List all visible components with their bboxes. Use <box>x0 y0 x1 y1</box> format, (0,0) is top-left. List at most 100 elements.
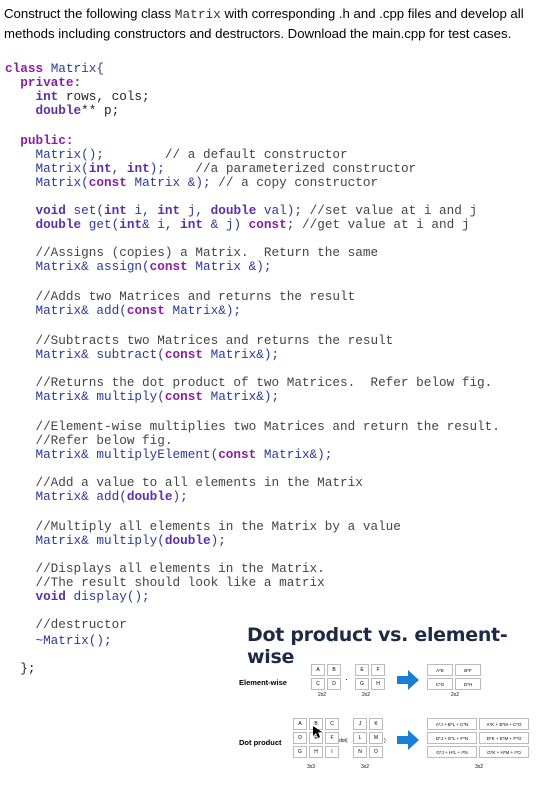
code-token: Matrix(); <box>5 147 104 162</box>
code-token: Matrix&); <box>202 347 280 362</box>
elementwise-operator: · <box>345 674 348 684</box>
matrix-cell: I <box>325 746 339 758</box>
code-line: //Subtracts two Matrices and returns the… <box>5 334 393 348</box>
matrix-cell: A <box>311 664 325 676</box>
code-token: & i, <box>142 217 181 232</box>
code-line: double** p; <box>5 104 119 118</box>
code-token: void <box>5 203 66 218</box>
code-token: Matrix& multiplyElement( <box>5 447 219 462</box>
code-line: Matrix& multiplyElement(const Matrix&); <box>5 448 332 462</box>
matrix-cell: D <box>293 732 307 744</box>
code-line: //Returns the dot product of two Matrice… <box>5 376 492 390</box>
code-line: //Element-wise multiplies two Matrices a… <box>5 420 499 434</box>
dot-close-paren: ) <box>384 738 386 744</box>
code-token: , <box>111 161 127 176</box>
code-token: Matrix& add( <box>5 303 127 318</box>
code-token: void <box>5 589 66 604</box>
code-token: & j) <box>202 217 249 232</box>
code-token: Matrix& assign( <box>5 259 150 274</box>
matrix-cell: D*K + E*M + F*O <box>479 732 529 744</box>
code-line: //Multiply all elements in the Matrix by… <box>5 519 401 534</box>
code-token: public: <box>5 133 74 148</box>
code-token: int <box>119 217 143 232</box>
code-token: Matrix( <box>5 161 89 176</box>
elementwise-matrix-b: EFGH <box>355 664 385 690</box>
matrix-cell: K <box>369 718 383 730</box>
code-token: double <box>5 217 82 232</box>
matrix-cell: B*F <box>455 664 481 676</box>
code-token: Matrix&); <box>164 303 242 318</box>
code-token: private: <box>5 75 82 90</box>
code-token: val); <box>256 203 302 218</box>
figure-title: Dot product vs. element-wise <box>247 624 508 668</box>
code-line: private: <box>5 76 81 90</box>
code-token: Matrix& multiply( <box>5 389 165 404</box>
code-token: int <box>126 161 150 176</box>
code-line: Matrix& add(double); <box>5 489 187 504</box>
instructions-paragraph: Construct the following class Matrix wit… <box>4 4 549 43</box>
code-line: Matrix& subtract(const Matrix&); <box>5 348 279 362</box>
code-token: double <box>126 489 173 504</box>
dot-product-matrix-a: ABCDEFGHI <box>293 718 339 758</box>
code-line: void set(int i, int j, double val); //se… <box>5 204 477 218</box>
dot-vs-elementwise-figure: Dot product vs. element-wise Element-wis… <box>231 612 537 788</box>
code-token: Matrix &); <box>126 175 211 190</box>
code-token: Matrix& add( <box>5 489 127 504</box>
code-token: display(); <box>65 589 150 604</box>
code-line: Matrix& assign(const Matrix &); <box>5 259 272 274</box>
code-token: double <box>210 203 257 218</box>
code-line: //Add a value to all elements in the Mat… <box>5 476 362 490</box>
matrix-cell: C <box>311 678 325 690</box>
code-line: Matrix(int, int); //a parameterized cons… <box>5 162 416 176</box>
matrix-cell: C*G <box>427 678 453 690</box>
code-line: void display(); <box>5 589 150 604</box>
dot-product-label: Dot product <box>239 738 282 747</box>
code-token: const <box>248 217 287 232</box>
matrix-cell: J <box>353 718 367 730</box>
code-token: ); <box>149 161 165 176</box>
code-line: Matrix& multiply(double); <box>5 533 225 548</box>
code-line: public: <box>5 133 74 148</box>
dim-label: 2x2 <box>318 692 327 698</box>
code-line: Matrix(const Matrix &); // a copy constr… <box>5 176 378 190</box>
code-line: int rows, cols; <box>5 90 149 104</box>
code-token: Matrix( <box>5 175 89 190</box>
code-token: //a parameterized constructor <box>164 161 417 176</box>
matrix-cell: D*H <box>455 678 481 690</box>
matrix-cell: L <box>353 732 367 744</box>
code-token: Matrix& multiply( <box>5 533 165 548</box>
dim-label: 2x2 <box>451 692 460 698</box>
code-token: j, <box>180 203 211 218</box>
code-token: Matrix&); <box>202 389 280 404</box>
matrix-cell: A*K + B*M + C*O <box>479 718 529 730</box>
dot-product-matrix-b: JKLMNO <box>353 718 383 758</box>
code-token: int <box>157 203 181 218</box>
code-token: Matrix &); <box>187 259 272 274</box>
code-token: //The result should look like a matrix <box>5 575 325 590</box>
code-line: //Adds two Matrices and returns the resu… <box>5 290 355 304</box>
elementwise-matrix-a: ABCD <box>311 664 341 690</box>
code-token: ** p; <box>81 103 120 118</box>
code-line: //Displays all elements in the Matrix. <box>5 562 324 576</box>
dot-product-result-matrix: A*J + B*L + C*N A*K + B*M + C*O D*J + E*L … <box>427 718 529 758</box>
code-token: int <box>88 161 112 176</box>
code-token: ~Matrix(); <box>5 633 112 648</box>
elementwise-result-matrix: A*E B*F C*G D*H <box>427 664 481 690</box>
code-token: double <box>5 103 82 118</box>
code-line: Matrix& multiply(const Matrix&); <box>5 390 279 404</box>
matrix-cell: C <box>325 718 339 730</box>
code-token: const <box>218 447 257 462</box>
code-token: //Multiply all elements in the Matrix by… <box>5 519 401 534</box>
code-token: Matrix&); <box>256 447 333 462</box>
code-line: //Refer below fig. <box>5 433 173 448</box>
instructions-text: Construct the following class <box>4 6 175 21</box>
dim-label: 3x3 <box>307 764 316 770</box>
code-token: Matrix{ <box>43 61 104 76</box>
matrix-cell: A <box>293 718 307 730</box>
matrix-cell: G <box>355 678 369 690</box>
code-token: //destructor <box>5 617 127 632</box>
code-token: //Refer below fig. <box>5 433 173 448</box>
code-token: const <box>88 175 127 190</box>
matrix-cell: F <box>371 664 385 676</box>
matrix-cell: G*K + H*M + I*O <box>479 746 529 758</box>
